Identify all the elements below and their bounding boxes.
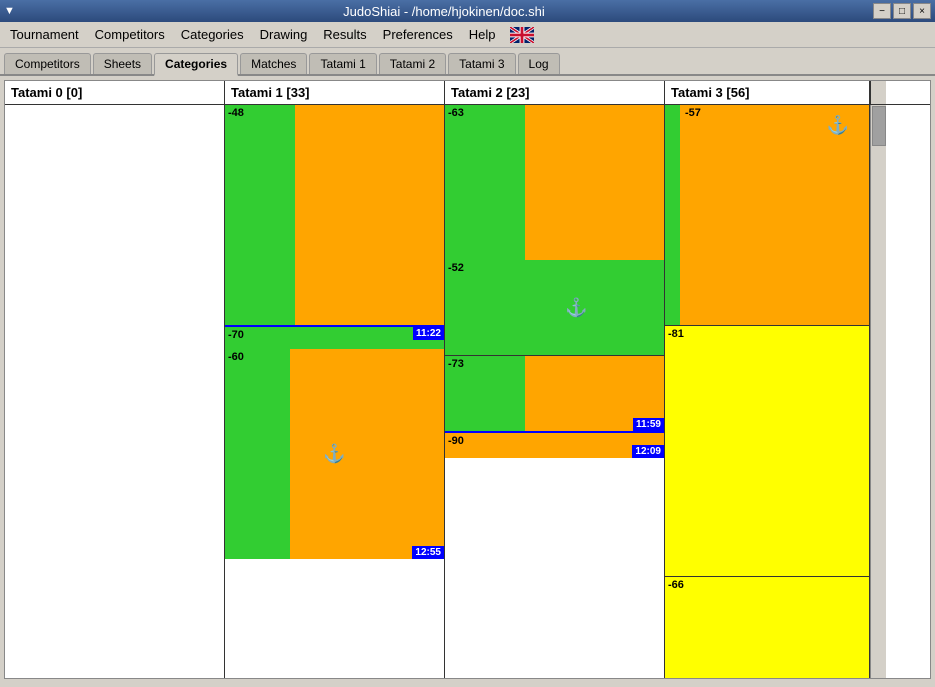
tab-tatami2[interactable]: Tatami 2 <box>379 53 446 74</box>
tatami1-column: -48 -70 11:22 -60 ⚓ 12:55 <box>225 105 445 678</box>
menu-competitors[interactable]: Competitors <box>89 25 171 44</box>
tatami-header-row: Tatami 0 [0] Tatami 1 [33] Tatami 2 [23]… <box>5 81 930 105</box>
tab-tatami3[interactable]: Tatami 3 <box>448 53 515 74</box>
tatami-body: -48 -70 11:22 -60 ⚓ 12:55 -63 <box>5 105 930 678</box>
menu-help[interactable]: Help <box>463 25 502 44</box>
scrollbar-thumb[interactable] <box>872 106 886 146</box>
close-button[interactable]: × <box>913 3 931 19</box>
window-controls: − □ × <box>873 3 935 19</box>
language-flag[interactable] <box>510 27 534 43</box>
tatami3-column: -57 ⚓ -81 -66 14:43 <box>665 105 870 678</box>
cat-block-63[interactable]: -63 <box>445 105 664 260</box>
menu-preferences[interactable]: Preferences <box>377 25 459 44</box>
tab-categories[interactable]: Categories <box>154 53 238 76</box>
maximize-button[interactable]: □ <box>893 3 911 19</box>
cat-block-57[interactable]: -57 ⚓ <box>665 105 869 325</box>
tab-competitors[interactable]: Competitors <box>4 53 91 74</box>
tabbar: Competitors Sheets Categories Matches Ta… <box>0 48 935 76</box>
cat-block-73[interactable]: -73 11:59 <box>445 356 664 431</box>
menu-drawing[interactable]: Drawing <box>254 25 314 44</box>
tatami2-column: -63 -52 ⚓ -73 11:59 -90 12:09 <box>445 105 665 678</box>
cat-block-48[interactable]: -48 <box>225 105 444 325</box>
tab-log[interactable]: Log <box>518 53 560 74</box>
main-content: Tatami 0 [0] Tatami 1 [33] Tatami 2 [23]… <box>4 80 931 679</box>
tatami3-header: Tatami 3 [56] <box>665 81 870 104</box>
cat-block-81[interactable]: -81 <box>665 326 869 576</box>
tab-matches[interactable]: Matches <box>240 53 307 74</box>
titlebar: ▼ JudoShiai - /home/hjokinen/doc.shi − □… <box>0 0 935 22</box>
tatami0-column <box>5 105 225 678</box>
minimize-button[interactable]: − <box>873 3 891 19</box>
tatami0-header: Tatami 0 [0] <box>5 81 225 104</box>
menubar: Tournament Competitors Categories Drawin… <box>0 22 935 48</box>
cat-block-66[interactable]: -66 14:43 <box>665 577 869 678</box>
menu-categories[interactable]: Categories <box>175 25 250 44</box>
cat-block-70[interactable]: -70 11:22 <box>225 327 444 349</box>
tatami2-header: Tatami 2 [23] <box>445 81 665 104</box>
menu-tournament[interactable]: Tournament <box>4 25 85 44</box>
scrollbar[interactable] <box>870 105 886 678</box>
app-icon: ▼ <box>0 5 15 17</box>
cat-block-52[interactable]: -52 ⚓ <box>445 260 664 355</box>
tab-sheets[interactable]: Sheets <box>93 53 152 74</box>
cat-block-60[interactable]: -60 ⚓ 12:55 <box>225 349 444 559</box>
tatami1-header: Tatami 1 [33] <box>225 81 445 104</box>
menu-results[interactable]: Results <box>317 25 372 44</box>
window-title: JudoShiai - /home/hjokinen/doc.shi <box>15 4 873 19</box>
cat-block-90[interactable]: -90 12:09 <box>445 433 664 458</box>
tab-tatami1[interactable]: Tatami 1 <box>309 53 376 74</box>
